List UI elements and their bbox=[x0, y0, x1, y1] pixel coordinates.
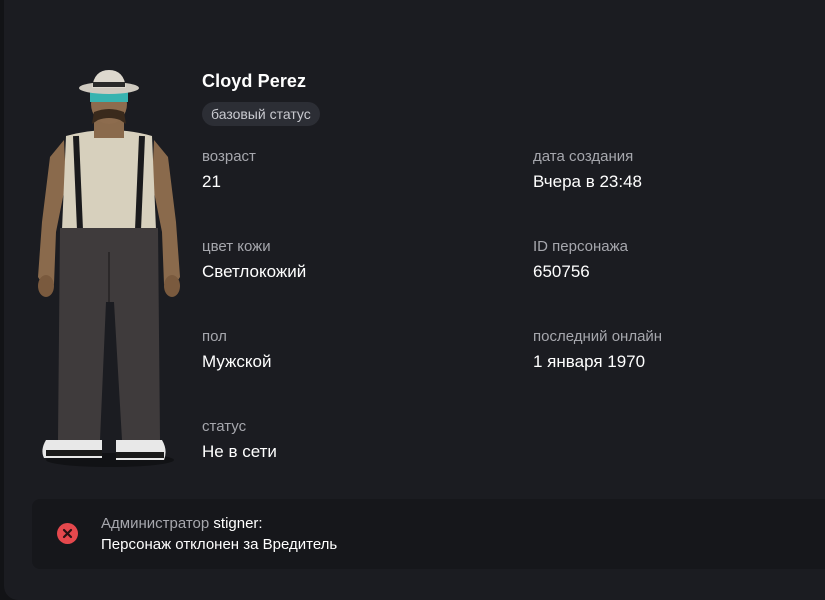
error-x-circle-icon bbox=[57, 523, 78, 544]
status-badge: базовый статус bbox=[202, 102, 320, 126]
created-date-value: Вчера в 23:48 bbox=[533, 172, 643, 191]
status-value: Не в сети bbox=[202, 442, 277, 461]
last-online-label: последний онлайн bbox=[533, 328, 663, 345]
gender-label: пол bbox=[202, 328, 227, 345]
character-id-label: ID персонажа bbox=[533, 238, 628, 255]
notice-author-role: Администратор bbox=[101, 515, 210, 532]
notice-author: Администратор stigner: bbox=[101, 515, 263, 532]
admin-notice: Администратор stigner: Персонаж отклонен… bbox=[32, 499, 825, 569]
notice-author-name: stigner: bbox=[213, 515, 263, 532]
gender-value: Мужской bbox=[202, 352, 272, 371]
character-id-value: 650756 bbox=[533, 262, 590, 281]
skin-color-label: цвет кожи bbox=[202, 238, 271, 255]
notice-message: Персонаж отклонен за Вредитель bbox=[101, 536, 338, 553]
character-avatar bbox=[38, 70, 180, 467]
last-online-value: 1 января 1970 bbox=[533, 352, 646, 371]
age-value: 21 bbox=[202, 172, 221, 191]
status-label: статус bbox=[202, 418, 247, 435]
age-label: возраст bbox=[202, 148, 256, 165]
character-name: Cloyd Perez bbox=[202, 71, 307, 91]
created-date-label: дата создания bbox=[533, 148, 634, 165]
skin-color-value: Светлокожий bbox=[202, 262, 307, 281]
